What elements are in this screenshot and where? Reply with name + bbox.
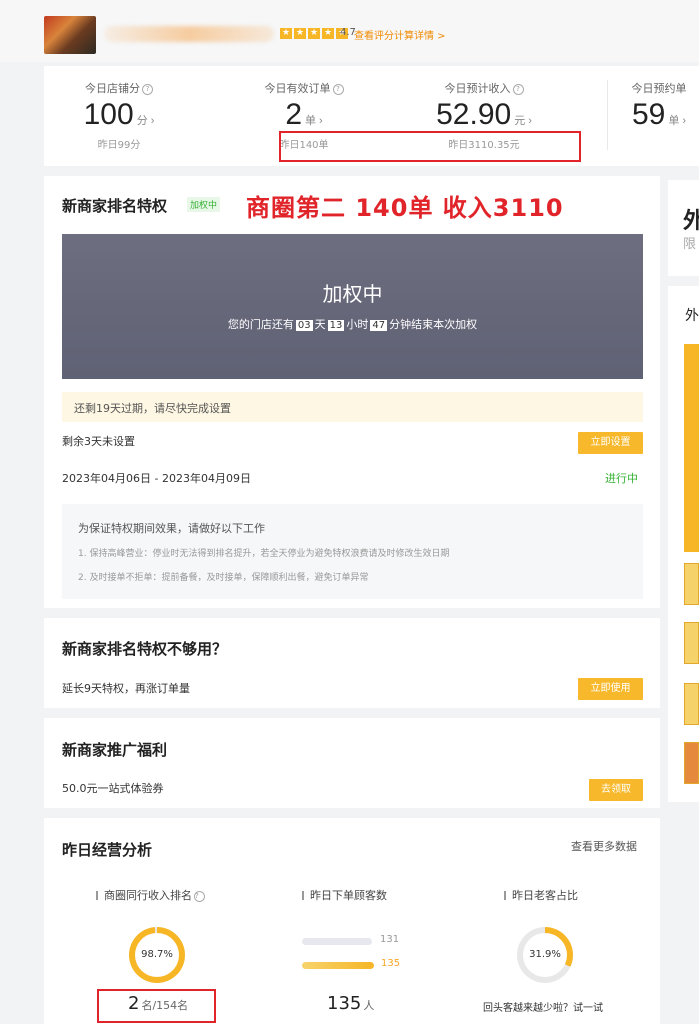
stat-unit: 单 [668,115,680,127]
status-in-progress: 进行中 [605,472,638,485]
repeat-tip-text[interactable]: 回头客越来越少啦？试一试 [483,999,603,1014]
chevron-right-icon: › [682,115,687,127]
stat-value: 2 [285,98,302,131]
weighting-banner: 加权中 您的门店还有 03 天 13 小时 47 分钟结束本次加权 [62,234,643,379]
tip-item: 1. 保持高峰营业：停业时无法得到排名提升，若全天停业为避免特权浪费请及时修改生… [78,549,450,559]
rating-stars: ★ ★ ★ ★ ★ [280,28,348,39]
countdown-text: 您的门店还有 03 天 13 小时 47 分钟结束本次加权 [227,318,478,331]
side-thumbnail[interactable] [684,742,699,784]
side-section-char: 外 [685,308,699,324]
claim-button[interactable]: 去领取 [589,779,643,801]
highlight-box [97,989,216,1023]
more-data-link[interactable]: 查看更多数据 [571,838,637,854]
benefit-card-title: 新商家推广福利 [62,741,168,759]
rank-label: 商圈同行收入排名? [96,887,205,903]
warning-text: 还剩19天过期，请尽快完成设置 [74,402,231,415]
help-icon[interactable]: ? [194,891,205,902]
stat-value: 100 [83,98,134,131]
star-icon: ★ [308,28,320,39]
stat-reservations[interactable]: 今日预约单 59 单 › [619,66,699,166]
stat-label: 今日有效订单 [264,82,331,95]
customers-label: 昨日下单顾客数 [302,887,387,903]
star-icon: ★ [322,28,334,39]
stat-label: 今日预约单 [631,82,687,95]
red-annotation: 商圈第二 140单 收入3110 [246,194,564,222]
days-box: 03 [295,320,313,331]
expiry-warning: 还剩19天过期，请尽快完成设置 [62,392,643,422]
star-icon: ★ [280,28,292,39]
chevron-right-icon: › [150,115,155,127]
stat-value: 59 [631,98,666,131]
highlight-box [279,131,581,162]
chevron-right-icon: › [528,115,532,127]
stat-unit: 单 [305,115,316,127]
repeat-label: 昨日老客占比 [504,887,578,903]
side-thumbnail[interactable] [684,622,699,664]
star-icon: ★ [294,28,306,39]
rating-detail-link[interactable]: 查看评分计算详情 > [354,27,446,42]
tips-heading: 为保证特权期间效果，请做好以下工作 [78,522,265,535]
stat-label: 今日店铺分 [85,82,140,95]
rank-card-title: 新商家排名特权 [62,197,168,215]
stat-label: 今日预计收入 [444,82,511,95]
bar-current [302,962,374,969]
extend-card-text: 延长9天特权，再涨订单量 [62,682,190,695]
chevron-right-icon: › [319,115,323,127]
tips-box: 为保证特权期间效果，请做好以下工作 1. 保持高峰营业：停业时无法得到排名提升，… [62,504,643,599]
customers-value: 135 人 [327,993,375,1014]
status-badge: 加权中 [187,197,221,212]
side-thumbnail[interactable] [684,683,699,725]
help-icon[interactable]: ? [142,84,153,95]
minutes-box: 47 [370,320,388,331]
stat-yesterday: 昨日99分 [97,140,141,151]
date-range: 2023年04月06日 - 2023年04月09日 [62,472,251,485]
stat-shop-score[interactable]: 今日店铺分? 100 分 › 昨日99分 [44,66,194,166]
help-icon[interactable]: ? [332,84,344,95]
hours-box: 13 [327,320,345,331]
bar-previous [302,938,372,945]
shop-name-blurred [104,26,274,42]
rank-percent: 98.7% [135,933,179,977]
bar-current-value: 135 [381,958,401,969]
side-banner-image[interactable] [684,344,699,552]
side-title-char: 外 [683,209,699,234]
help-icon[interactable]: ? [512,84,524,95]
banner-title: 加权中 [322,282,383,306]
stat-unit: 分 [136,115,148,127]
repeat-percent: 31.9% [523,933,567,977]
stat-unit: 元 [514,115,526,127]
setup-now-button[interactable]: 立即设置 [578,432,643,454]
extend-card-title: 新商家排名特权不够用？ [62,640,228,658]
use-now-button[interactable]: 立即使用 [578,678,643,700]
shop-logo-image [44,16,96,54]
benefit-card-text: 50.0元一站式体验券 [62,782,164,795]
side-thumbnail[interactable] [684,563,699,605]
side-subtitle-char: 限 [683,237,697,252]
analysis-title: 昨日经营分析 [62,841,153,859]
rank-donut-chart: 98.7% [129,927,185,983]
bar-previous-value: 131 [380,934,400,945]
repeat-donut-chart: 31.9% [517,927,573,983]
divider [607,80,608,150]
tip-item: 2. 及时接单不拒单：提前备餐，及时接单，保障顺利出餐，避免订单异常 [78,573,369,583]
stat-value: 52.90 [436,98,512,131]
remaining-text: 剩余3天未设置 [62,435,135,448]
